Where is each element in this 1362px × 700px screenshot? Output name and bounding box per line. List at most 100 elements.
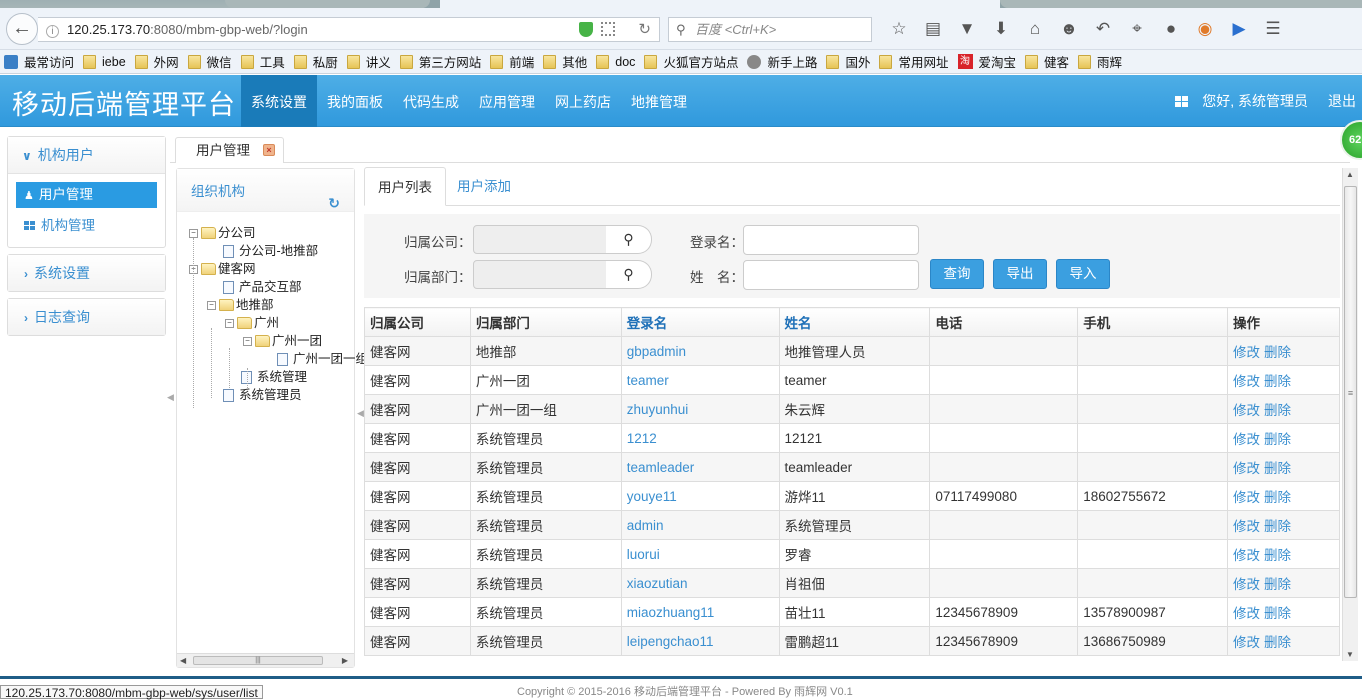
play-icon[interactable]: ▶ <box>1222 18 1256 40</box>
bookmark-item[interactable]: 外网 <box>134 52 179 71</box>
login-name-link[interactable]: youye11 <box>627 489 677 504</box>
url-bar[interactable]: i 120.25.173.70:8080/mbm-gbp-web/?login ↻ <box>38 17 660 42</box>
top-nav-item[interactable]: 我的面板 <box>317 75 393 127</box>
tree-node[interactable]: 广州一团一组 <box>277 350 368 368</box>
sidebar-item-user-management[interactable]: ♟ 用户管理 <box>16 182 157 208</box>
bookmark-item[interactable]: 常用网址 <box>879 52 949 71</box>
name-input[interactable] <box>743 260 919 290</box>
scroll-thumb[interactable]: ≡ <box>1344 186 1357 598</box>
collapse-toggle-icon[interactable]: − <box>207 300 216 310</box>
edit-link[interactable]: 修改 <box>1233 606 1260 621</box>
extension-icon[interactable]: ◉ <box>1188 18 1222 40</box>
bookmark-star-icon[interactable]: ☆ <box>882 18 916 40</box>
delete-link[interactable]: 删除 <box>1264 432 1291 447</box>
tree-node[interactable]: − 广州 <box>225 314 279 332</box>
back-button[interactable]: ← <box>6 13 38 45</box>
company-search-button[interactable]: ⚲ <box>606 225 652 254</box>
login-name-link[interactable]: miaozhuang11 <box>627 605 715 620</box>
bookmark-item[interactable]: 火狐官方站点 <box>644 52 738 71</box>
top-nav-item[interactable]: 系统设置 <box>241 75 317 127</box>
dept-search-button[interactable]: ⚲ <box>606 260 652 289</box>
top-nav-item[interactable]: 地推管理 <box>621 75 697 127</box>
scroll-down-arrow[interactable]: ▼ <box>1346 650 1354 659</box>
edit-link[interactable]: 修改 <box>1233 548 1260 563</box>
delete-link[interactable]: 删除 <box>1264 374 1291 389</box>
scroll-up-arrow[interactable]: ▲ <box>1346 170 1354 179</box>
horizontal-scrollbar[interactable]: ◀ ||| ▶ <box>177 653 354 667</box>
scroll-right-arrow[interactable]: ▶ <box>342 654 348 667</box>
tab-user-list[interactable]: 用户列表 <box>364 167 446 206</box>
delete-link[interactable]: 删除 <box>1264 461 1291 476</box>
column-header[interactable]: 姓名 <box>778 307 931 337</box>
search-input[interactable]: ⚲ 百度 <Ctrl+K> <box>668 17 872 42</box>
bookmark-item[interactable]: 工具 <box>240 52 285 71</box>
browser-tab[interactable] <box>1000 0 1362 8</box>
collapse-toggle-icon[interactable]: − <box>225 318 234 328</box>
company-input[interactable] <box>473 225 607 254</box>
scroll-left-arrow[interactable]: ◀ <box>180 654 186 667</box>
accordion-header[interactable]: ∨ 机构用户 <box>8 137 165 173</box>
dept-input[interactable] <box>473 260 607 289</box>
delete-link[interactable]: 删除 <box>1264 577 1291 592</box>
edit-link[interactable]: 修改 <box>1233 432 1260 447</box>
browser-tab[interactable] <box>225 0 430 8</box>
delete-link[interactable]: 删除 <box>1264 635 1291 650</box>
crop-icon[interactable]: ⌖ <box>1120 18 1154 40</box>
tab-user-management[interactable]: 用户管理 × <box>175 137 284 163</box>
bookmark-item[interactable]: 微信 <box>187 52 232 71</box>
tree-node[interactable]: − 健客网 <box>189 260 256 278</box>
login-name-link[interactable]: teamer <box>627 373 669 388</box>
tree-node[interactable]: 分公司-地推部 <box>223 242 318 260</box>
delete-link[interactable]: 删除 <box>1264 519 1291 534</box>
edit-link[interactable]: 修改 <box>1233 345 1260 360</box>
user-greeting[interactable]: 您好, 系统管理员 <box>1202 91 1308 111</box>
top-nav-item[interactable]: 网上药店 <box>545 75 621 127</box>
edit-link[interactable]: 修改 <box>1233 577 1260 592</box>
grid-icon[interactable] <box>1175 95 1189 107</box>
close-icon[interactable]: × <box>263 144 275 156</box>
bookmark-item[interactable]: 健客 <box>1025 52 1069 71</box>
collapse-toggle-icon[interactable]: − <box>189 228 198 238</box>
edit-link[interactable]: 修改 <box>1233 519 1260 534</box>
download-icon[interactable]: ⬇ <box>984 18 1018 40</box>
undo-icon[interactable]: ↶ <box>1086 18 1120 40</box>
bookmark-item[interactable]: doc <box>596 54 635 69</box>
tree-node[interactable]: − 广州一团 <box>243 332 322 350</box>
refresh-icon[interactable]: ↻ <box>328 195 340 212</box>
delete-link[interactable]: 删除 <box>1264 490 1291 505</box>
edit-link[interactable]: 修改 <box>1233 635 1260 650</box>
bookmark-item[interactable]: 雨辉 <box>1078 52 1122 71</box>
import-button[interactable]: 导入 <box>1056 259 1110 289</box>
bookmark-item[interactable]: 讲义 <box>346 52 391 71</box>
collapse-toggle-icon[interactable]: − <box>243 336 252 346</box>
bookmark-item[interactable]: 国外 <box>826 52 870 71</box>
menu-icon[interactable]: ☰ <box>1256 18 1290 40</box>
delete-link[interactable]: 删除 <box>1264 606 1291 621</box>
tab-user-add[interactable]: 用户添加 <box>444 167 524 206</box>
bookmark-item[interactable]: 最常访问 <box>4 52 74 71</box>
query-button[interactable]: 查询 <box>930 259 984 289</box>
info-icon[interactable]: i <box>46 25 59 38</box>
accordion-header[interactable]: › 日志查询 <box>8 299 165 335</box>
pocket-icon[interactable]: ▼ <box>950 18 984 40</box>
collapse-tree-handle[interactable]: ◀ <box>357 408 364 419</box>
login-name-link[interactable]: admin <box>627 518 664 533</box>
tree-node[interactable]: − 分公司 <box>189 224 256 242</box>
chat-icon[interactable]: ● <box>1154 18 1188 40</box>
login-name-input[interactable] <box>743 225 919 255</box>
bookmark-item[interactable]: 前端 <box>490 52 534 71</box>
edit-link[interactable]: 修改 <box>1233 403 1260 418</box>
delete-link[interactable]: 删除 <box>1264 403 1291 418</box>
tree-node[interactable]: − 地推部 <box>207 296 274 314</box>
tree-node[interactable]: 系统管理员 <box>223 386 302 404</box>
login-name-link[interactable]: zhuyunhui <box>627 402 689 417</box>
shield-icon[interactable] <box>579 22 593 37</box>
scroll-thumb[interactable]: ||| <box>193 656 323 665</box>
bookmark-item[interactable]: 其他 <box>543 52 587 71</box>
vertical-scrollbar[interactable]: ▲ ≡ ▼ <box>1342 168 1358 661</box>
edit-link[interactable]: 修改 <box>1233 374 1260 389</box>
column-header[interactable]: 登录名 <box>620 307 780 337</box>
bookmark-item[interactable]: 淘爱淘宝 <box>957 52 1016 71</box>
login-name-link[interactable]: 1212 <box>627 431 657 446</box>
accordion-header[interactable]: › 系统设置 <box>8 255 165 291</box>
